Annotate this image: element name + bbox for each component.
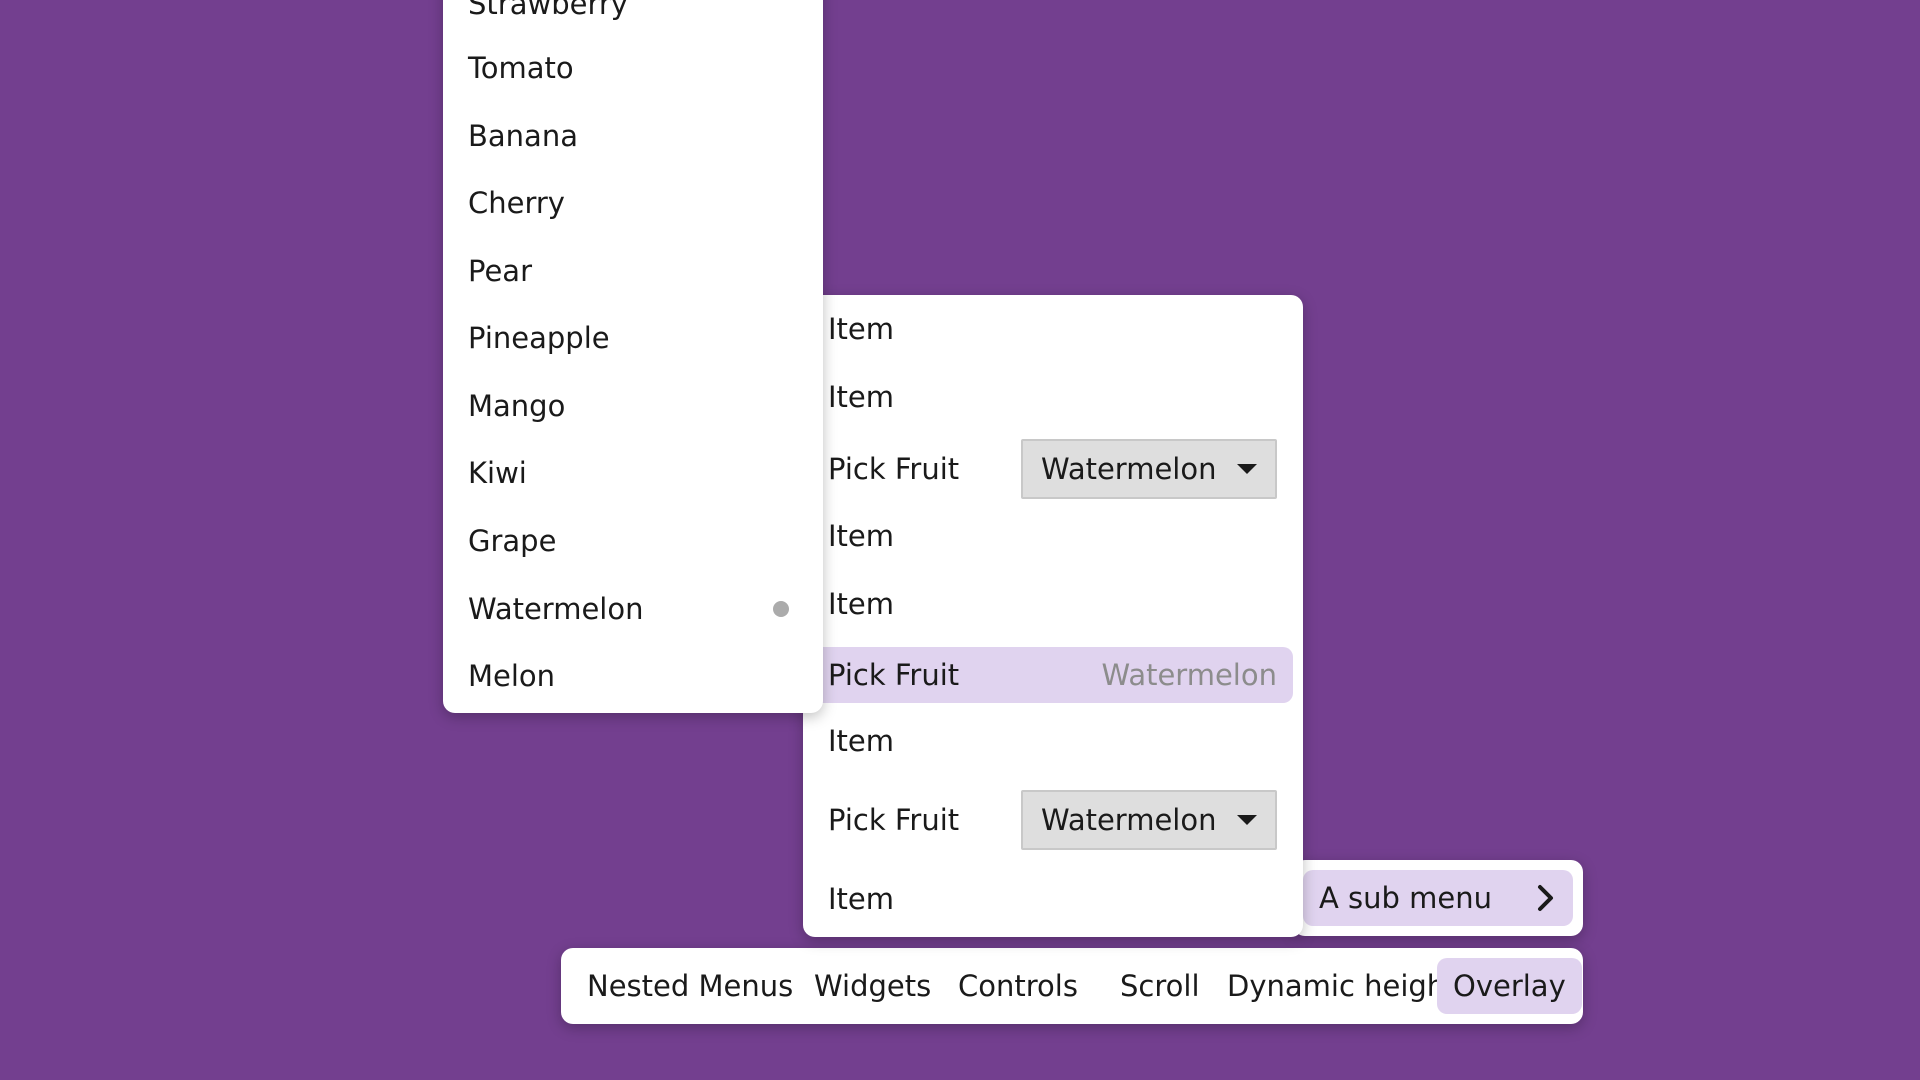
menu-item[interactable]: Item: [803, 715, 1303, 767]
pick-fruit-row: Pick Fruit Watermelon: [803, 439, 1303, 499]
fruit-option-label: Pineapple: [468, 321, 610, 355]
fruit-combo-box[interactable]: Watermelon: [1021, 790, 1277, 850]
menubar-item-controls[interactable]: Controls: [942, 958, 1094, 1014]
menubar-item-nested-menus[interactable]: Nested Menus: [571, 958, 809, 1014]
fruit-option-melon[interactable]: Melon: [468, 646, 798, 706]
fruit-option-kiwi[interactable]: Kiwi: [468, 443, 798, 503]
menu-item-label: Item: [828, 882, 895, 916]
fruit-option-label: Melon: [468, 659, 556, 693]
fruit-option-label: Kiwi: [468, 456, 527, 490]
menu-item-label: Item: [828, 312, 895, 346]
pick-fruit-label: Pick Fruit: [828, 452, 960, 486]
fruit-option-mango[interactable]: Mango: [468, 376, 798, 436]
menu-item-label: Item: [828, 380, 895, 414]
sub-menu-panel: A sub menu: [1293, 860, 1583, 936]
fruit-option-label: Watermelon: [468, 592, 644, 626]
fruit-option-banana[interactable]: Banana: [468, 106, 798, 166]
menubar-item-scroll[interactable]: Scroll: [1104, 958, 1216, 1014]
fruit-option-label: Pear: [468, 254, 532, 288]
fruit-option-cherry[interactable]: Cherry: [468, 173, 798, 233]
pick-fruit-label: Pick Fruit: [828, 803, 960, 837]
fruit-option-label: Grape: [468, 524, 557, 558]
fruit-option-label: Banana: [468, 119, 578, 153]
menu-item[interactable]: Item: [803, 303, 1303, 355]
fruit-option-tomato[interactable]: Tomato: [468, 38, 798, 98]
caret-down-icon: [1237, 815, 1257, 825]
menubar-item-dynamic-height[interactable]: Dynamic height: [1211, 958, 1473, 1014]
fruit-option-label: Tomato: [468, 51, 574, 85]
caret-down-icon: [1237, 464, 1257, 474]
sub-menu-label: A sub menu: [1319, 881, 1493, 915]
menu-item-label: Item: [828, 587, 895, 621]
menu-item-label: Item: [828, 519, 895, 553]
selected-dot-icon: [773, 601, 789, 617]
combo-value: Watermelon: [1041, 452, 1217, 486]
menu-item[interactable]: Item: [803, 873, 1303, 925]
fruit-option-pineapple[interactable]: Pineapple: [468, 308, 798, 368]
menu-item-label: Item: [828, 724, 895, 758]
menu-item[interactable]: Item: [803, 371, 1303, 423]
nested-menu-panel: Item Item Pick Fruit Watermelon Item Ite…: [803, 295, 1303, 937]
pick-fruit-value: Watermelon: [1101, 658, 1278, 692]
pick-fruit-row-highlighted[interactable]: Pick Fruit Watermelon: [803, 647, 1293, 703]
pick-fruit-label: Pick Fruit: [828, 658, 960, 692]
menu-item[interactable]: Item: [803, 578, 1303, 630]
pick-fruit-row: Pick Fruit Watermelon: [803, 790, 1303, 850]
fruit-option-label: Strawberry: [468, 0, 628, 21]
menu-item[interactable]: Item: [803, 510, 1303, 562]
fruit-option-label: Mango: [468, 389, 566, 423]
fruit-option-watermelon[interactable]: Watermelon: [468, 579, 798, 639]
fruit-option-label: Cherry: [468, 186, 565, 220]
combo-value: Watermelon: [1041, 803, 1217, 837]
fruit-option-strawberry[interactable]: Strawberry: [468, 0, 798, 34]
fruit-option-grape[interactable]: Grape: [468, 511, 798, 571]
chevron-right-icon: [1538, 885, 1553, 911]
sub-menu-button[interactable]: A sub menu: [1303, 870, 1573, 926]
menubar-item-overlay[interactable]: Overlay: [1437, 958, 1582, 1014]
fruit-option-pear[interactable]: Pear: [468, 241, 798, 301]
menu-bar: Nested Menus Widgets Controls Scroll Dyn…: [561, 948, 1583, 1024]
menubar-item-widgets[interactable]: Widgets: [798, 958, 947, 1014]
fruit-dropdown-list: Strawberry Tomato Banana Cherry Pear Pin…: [443, 0, 823, 713]
fruit-combo-box[interactable]: Watermelon: [1021, 439, 1277, 499]
